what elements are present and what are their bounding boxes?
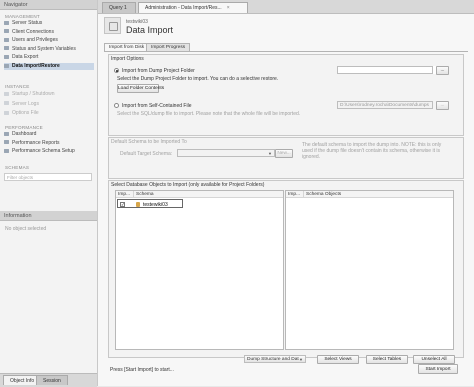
filter-placeholder: Filter objects: [7, 175, 34, 180]
tab-data-import-label: Administration - Data Import/Res...: [145, 5, 222, 11]
status-text: Press [Start Import] to start...: [110, 367, 174, 373]
connections-icon: [4, 29, 9, 34]
schema-list-schema-header[interactable]: Schema: [134, 191, 283, 198]
schema-setup-icon: [4, 148, 9, 153]
target-schema-select[interactable]: ▼: [177, 149, 275, 157]
sidebar-item-data-export[interactable]: Data Export: [4, 54, 94, 61]
reports-icon: [4, 140, 9, 145]
self-contained-browse-button[interactable]: ...: [436, 100, 449, 110]
dump-folder-browse-button[interactable]: ...: [436, 65, 449, 75]
instance-section-title: INSTANCE: [5, 84, 30, 89]
sidebar-item-label: Server Logs: [12, 100, 39, 107]
sidebar-item-label: Performance Schema Setup: [12, 148, 75, 155]
sidebar-item-label: Dashboard: [12, 131, 37, 137]
sidebar-item-label: Client Connections: [12, 28, 54, 35]
tab-query-1[interactable]: Query 1: [102, 2, 136, 13]
tab-query-1-label: Query 1: [109, 5, 127, 11]
default-schema-title: Default Schema to be Imported To: [111, 139, 187, 145]
self-contained-hint: Select the SQL/dump file to import. Plea…: [117, 111, 301, 117]
sidebar-item-client-connections[interactable]: Client Connections: [4, 29, 94, 36]
dump-type-select[interactable]: Dump Structure and Dat ▼: [244, 355, 306, 363]
schema-objects-list[interactable]: Imp... Schema Objects: [285, 190, 454, 350]
sidebar-bottom-tabs: Object Info Session: [0, 373, 97, 387]
chevron-down-icon: ▼: [268, 151, 272, 156]
schema-name: testewiki03: [143, 201, 168, 208]
tab-divider: [104, 51, 468, 52]
sidebar-item-dashboard[interactable]: Dashboard: [4, 131, 94, 138]
start-import-button[interactable]: Start Import: [418, 364, 458, 374]
variables-icon: [4, 46, 9, 51]
sidebar-item-server-status[interactable]: Server Status: [4, 20, 94, 27]
sidebar-item-label: Startup / Shutdown: [12, 91, 55, 97]
users-icon: [4, 37, 9, 42]
chevron-down-icon: ▼: [299, 357, 303, 362]
sidebar-item-server-logs[interactable]: Server Logs: [4, 101, 94, 108]
sidebar-item-status-and-system-variables[interactable]: Status and System Variables: [4, 46, 94, 53]
select-views-button[interactable]: Select Views: [317, 354, 359, 364]
sidebar-item-performance-reports[interactable]: Performance Reports: [4, 140, 94, 147]
new-schema-button[interactable]: New...: [275, 149, 293, 158]
objects-group-title: Select Database Objects to Import (only …: [111, 182, 265, 188]
dashboard-icon: [4, 131, 9, 136]
data-import-icon: [104, 17, 121, 34]
sidebar-item-label: Performance Reports: [12, 139, 60, 146]
information-text: No object selected: [5, 226, 47, 232]
dump-folder-radio[interactable]: [114, 68, 119, 73]
navigator-title: Navigator: [0, 0, 97, 10]
default-schema-note: The default schema to import the dump in…: [302, 142, 442, 161]
data-import-panel: testwiki03 Data Import Import from Disk …: [98, 14, 474, 386]
tab-data-import[interactable]: Administration - Data Import/Res... ×: [138, 2, 248, 13]
dump-folder-path-input[interactable]: [337, 66, 433, 74]
spacer50: [433, 66, 435, 74]
sidebar-item-performance-schema-setup[interactable]: Performance Schema Setup: [4, 148, 94, 155]
self-contained-radio[interactable]: [114, 103, 119, 108]
sidebar-item-label: Data Export: [12, 54, 39, 61]
table-row[interactable]: ✓ testewiki03: [117, 199, 183, 208]
load-folder-contents-button[interactable]: Load Folder Contents: [117, 84, 164, 93]
navigator-sidebar: Navigator MANAGEMENT Server Status Client…: [0, 0, 98, 387]
management-section-title: MANAGEMENT: [5, 14, 40, 19]
sidebar-item-label: Status and System Variables: [12, 45, 76, 52]
options-file-icon: [4, 110, 9, 115]
export-icon: [4, 55, 9, 60]
information-title: Information: [0, 211, 97, 221]
sidebar-item-label: Server Status: [12, 20, 43, 26]
sidebar-item-options-file[interactable]: Options File: [4, 110, 94, 117]
schema-list[interactable]: Imp... Schema ✓ testewiki03: [115, 190, 284, 350]
select-tables-button[interactable]: Select Tables: [366, 354, 408, 364]
target-schema-label: Default Target Schema:: [120, 151, 173, 157]
sidebar-item-label: Users and Privileges: [12, 37, 58, 44]
sidebar-item-label: Data Import/Restore: [12, 63, 60, 69]
sidebar-item-startup-shutdown[interactable]: Startup / Shutdown: [4, 91, 94, 98]
import-icon: [4, 63, 9, 68]
tab-import-progress[interactable]: Import Progress: [146, 43, 191, 51]
tab-import-from-disk[interactable]: Import from Disk: [104, 43, 150, 51]
logs-icon: [4, 101, 9, 106]
schema-import-checkbox[interactable]: ✓: [120, 201, 125, 207]
editor-tab-bar: Query 1 Administration - Data Import/Res…: [98, 0, 474, 14]
dump-folder-label: Import from Dump Project Folder: [122, 67, 195, 74]
self-contained-label: Import from Self-Contained File: [122, 102, 192, 109]
import-options-title: Import Options: [111, 56, 144, 62]
startup-icon: [4, 91, 9, 96]
sidebar-item-label: Options File: [12, 110, 39, 116]
performance-section-title: PERFORMANCE: [5, 125, 43, 130]
database-icon: [136, 201, 140, 207]
unselect-all-button[interactable]: Unselect All: [413, 354, 455, 364]
dump-type-value: Dump Structure and Dat: [247, 357, 299, 362]
page-title: Data Import: [126, 25, 174, 35]
sidebar-item-users-and-privileges[interactable]: Users and Privileges: [4, 37, 94, 44]
schema-filter-input[interactable]: Filter objects: [4, 173, 92, 181]
tab-session[interactable]: Session: [36, 375, 68, 385]
schemas-section-title: SCHEMAS: [5, 165, 30, 170]
dump-folder-hint: Select the Dump Project Folder to import…: [117, 76, 279, 82]
server-status-icon: [4, 20, 9, 25]
schema-objects-import-header[interactable]: Imp...: [286, 191, 304, 198]
sidebar-item-data-import-restore[interactable]: Data Import/Restore: [4, 63, 94, 70]
schema-list-import-header[interactable]: Imp...: [116, 191, 134, 198]
close-icon[interactable]: ×: [227, 5, 230, 11]
self-contained-path-input[interactable]: D:\Users\rodney.rocha\Documents\dumps: [337, 101, 433, 109]
schema-objects-header[interactable]: Schema Objects: [304, 191, 453, 198]
